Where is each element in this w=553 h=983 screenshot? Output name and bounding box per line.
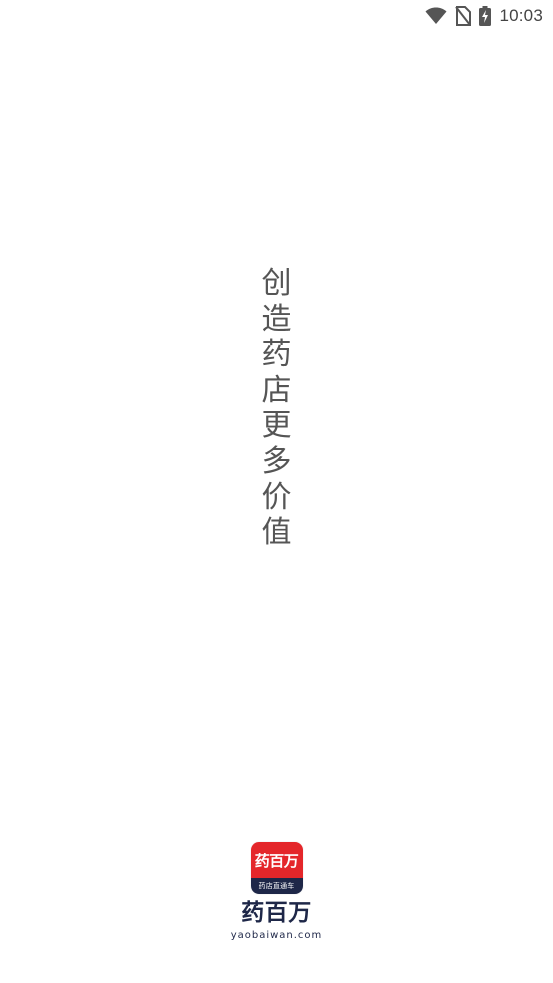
slogan-char: 更 — [261, 408, 292, 444]
battery-charging-icon — [479, 6, 492, 26]
logo-sub-text: 药店直通车 — [250, 878, 303, 894]
status-bar: 10:03 — [0, 0, 553, 32]
wifi-icon — [425, 7, 447, 25]
no-sim-icon — [455, 6, 472, 26]
splash-screen: 10:03 创 造 药 店 更 多 价 值 药百万 药店直通车 药百万 yaob… — [0, 0, 553, 983]
brand-block: 药百万 药店直通车 药百万 yaobaiwan.com — [0, 842, 553, 941]
slogan-char: 药 — [261, 337, 292, 373]
logo-main-text: 药百万 — [250, 842, 303, 878]
slogan-char: 店 — [261, 372, 292, 408]
brand-url: yaobaiwan.com — [230, 930, 323, 941]
brand-name: 药百万 — [241, 900, 312, 926]
slogan-char: 多 — [261, 443, 292, 479]
status-time: 10:03 — [499, 6, 543, 25]
app-logo: 药百万 药店直通车 — [250, 842, 303, 894]
slogan-char: 创 — [261, 266, 292, 301]
vertical-slogan: 创 造 药 店 更 多 价 值 — [0, 266, 553, 551]
slogan-char: 值 — [261, 515, 292, 551]
slogan-char: 造 — [261, 301, 292, 337]
slogan-char: 价 — [261, 479, 292, 515]
status-icons: 10:03 — [425, 4, 543, 28]
